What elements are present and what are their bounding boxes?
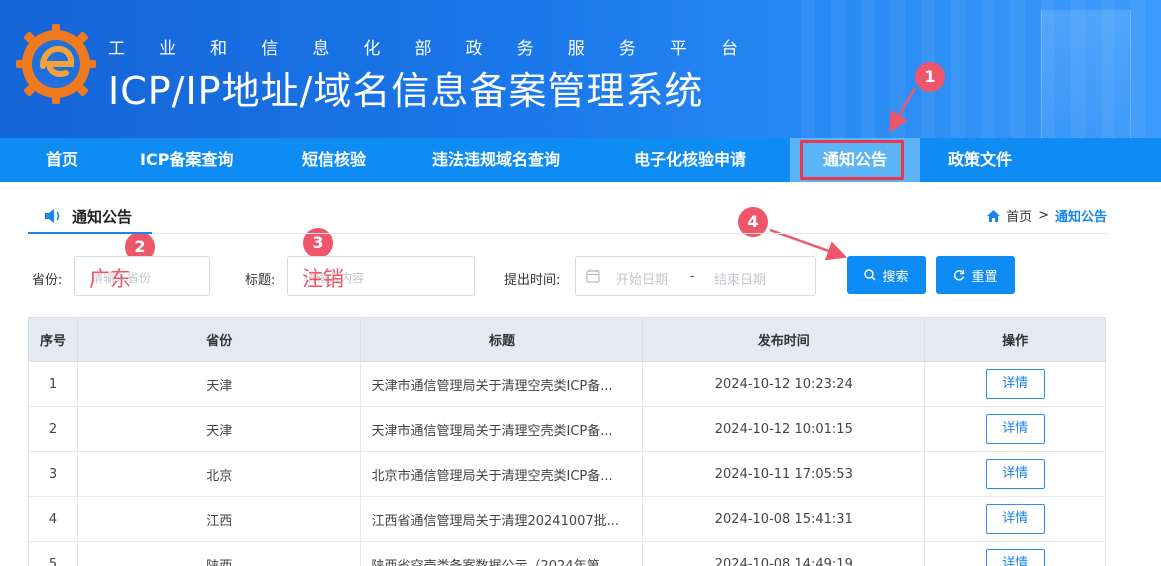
title-label: 标题:	[245, 273, 276, 288]
nav-item-e-verify-apply[interactable]: 电子化核验申请	[634, 138, 746, 182]
home-icon	[987, 209, 1001, 222]
cell-time: 2024-10-08 15:41:31	[642, 496, 926, 542]
cell-province: 天津	[76, 406, 362, 452]
search-icon	[864, 269, 876, 281]
site-header: 工 业 和 信 息 化 部 政 务 服 务 平 台 ICP/IP地址/域名信息备…	[0, 0, 1161, 138]
table-row: 2 天津 天津市通信管理局关于清理空壳类ICP备... 2024-10-12 1…	[28, 406, 1106, 452]
header-action: 操作	[924, 317, 1106, 362]
page: 工 业 和 信 息 化 部 政 务 服 务 平 台 ICP/IP地址/域名信息备…	[0, 0, 1161, 566]
date-range-picker[interactable]: 开始日期 - 结束日期	[575, 256, 816, 296]
calendar-icon	[586, 269, 600, 283]
cell-no: 3	[28, 451, 78, 497]
subtitle-char: 务	[516, 39, 534, 59]
subtitle-char: 工	[108, 39, 125, 59]
section-divider	[28, 233, 1108, 234]
subtitle-char: 政	[465, 39, 483, 59]
cell-province: 陕西	[76, 541, 362, 566]
cell-time: 2024-10-12 10:23:24	[642, 361, 926, 407]
subtitle-char: 和	[210, 39, 228, 59]
refresh-icon	[954, 270, 965, 281]
nav-item-policy-docs[interactable]: 政策文件	[948, 138, 1012, 182]
cell-title[interactable]: 天津市通信管理局关于清理空壳类ICP备...	[360, 361, 644, 407]
search-button[interactable]: 搜索	[847, 256, 926, 294]
cell-title[interactable]: 北京市通信管理局关于清理空壳类ICP备...	[360, 451, 644, 497]
cell-no: 5	[28, 541, 78, 566]
reset-button-label: 重置	[971, 269, 998, 285]
nav-item-notices[interactable]: 通知公告	[790, 138, 920, 182]
breadcrumb-separator: >	[1038, 208, 1049, 223]
header-subtitle: 工 业 和 信 息 化 部 政 务 服 务 平 台	[108, 34, 738, 59]
subtitle-char: 平	[669, 39, 687, 59]
site-title: ICP/IP地址/域名信息备案管理系统	[108, 69, 704, 113]
subtitle-char: 信	[261, 39, 279, 59]
reset-button[interactable]: 重置	[936, 256, 1015, 294]
cell-no: 1	[28, 361, 78, 407]
cell-title[interactable]: 天津市通信管理局关于清理空壳类ICP备...	[360, 406, 644, 452]
cell-time: 2024-10-11 17:05:53	[642, 451, 926, 497]
section-active-underline	[28, 232, 152, 234]
section-title: 通知公告	[72, 207, 133, 226]
province-input[interactable]: 请输入省份 广东	[74, 256, 210, 296]
header-publish-time: 发布时间	[642, 317, 926, 362]
cell-province: 天津	[76, 361, 362, 407]
nav-item-illegal-domain-query[interactable]: 违法违规域名查询	[432, 138, 560, 182]
cell-action: 详情	[924, 541, 1106, 566]
table-row: 3 北京 北京市通信管理局关于清理空壳类ICP备... 2024-10-11 1…	[28, 451, 1106, 497]
cell-action: 详情	[924, 361, 1106, 407]
cell-time: 2024-10-12 10:01:15	[642, 406, 926, 452]
detail-button[interactable]: 详情	[985, 459, 1045, 489]
nav-item-sms-verify[interactable]: 短信核验	[302, 138, 366, 182]
breadcrumb: 首页 > 通知公告	[987, 206, 1107, 225]
table-row: 5 陕西 陕西省空壳类备案数据公示（2024年第... 2024-10-08 1…	[28, 541, 1106, 566]
header-title: 标题	[360, 317, 644, 362]
detail-button[interactable]: 详情	[985, 504, 1045, 534]
date-range-separator: -	[690, 269, 695, 284]
cell-no: 2	[28, 406, 78, 452]
cell-time: 2024-10-08 14:49:19	[642, 541, 926, 566]
miit-logo-icon	[16, 24, 96, 104]
title-annotation-value: 注销	[302, 267, 344, 291]
time-label: 提出时间:	[504, 273, 561, 288]
province-label: 省份:	[32, 273, 63, 288]
main-nav: 首页 ICP备案查询 短信核验 违法违规域名查询 电子化核验申请 通知公告 政策…	[0, 138, 1161, 182]
cell-title[interactable]: 江西省通信管理局关于清理20241007批...	[360, 496, 644, 542]
header-no: 序号	[28, 317, 78, 362]
cell-title[interactable]: 陕西省空壳类备案数据公示（2024年第...	[360, 541, 644, 566]
detail-button[interactable]: 详情	[985, 369, 1045, 399]
subtitle-char: 服	[567, 39, 585, 59]
province-annotation-value: 广东	[89, 267, 131, 291]
nav-item-icp-query[interactable]: ICP备案查询	[140, 138, 233, 182]
end-date-placeholder: 结束日期	[714, 273, 767, 288]
search-button-label: 搜索	[882, 269, 909, 285]
marker-1: 1	[915, 62, 945, 92]
detail-button[interactable]: 详情	[985, 549, 1045, 566]
subtitle-char: 业	[159, 39, 177, 59]
notices-table: 序号 省份 标题 发布时间 操作 1 天津 天津市通信管理局关于清理空壳类ICP…	[28, 317, 1106, 566]
header-province: 省份	[76, 317, 362, 362]
cell-province: 江西	[76, 496, 362, 542]
table-row: 4 江西 江西省通信管理局关于清理20241007批... 2024-10-08…	[28, 496, 1106, 542]
subtitle-char: 台	[720, 39, 738, 59]
nav-item-home[interactable]: 首页	[46, 138, 78, 182]
table-header-row: 序号 省份 标题 发布时间 操作	[28, 317, 1106, 362]
cell-action: 详情	[924, 406, 1106, 452]
table-row: 1 天津 天津市通信管理局关于清理空壳类ICP备... 2024-10-12 1…	[28, 361, 1106, 407]
subtitle-char: 化	[363, 39, 381, 59]
section-header: 通知公告	[44, 204, 132, 228]
cell-province: 北京	[76, 451, 362, 497]
speaker-icon	[45, 209, 60, 223]
start-date-placeholder: 开始日期	[616, 273, 669, 288]
title-input[interactable]: 请输入内容 注销	[287, 256, 475, 296]
subtitle-char: 部	[414, 39, 432, 59]
breadcrumb-home[interactable]: 首页	[1006, 206, 1032, 225]
subtitle-char: 息	[312, 39, 330, 59]
detail-button[interactable]: 详情	[985, 414, 1045, 444]
cell-no: 4	[28, 496, 78, 542]
header-building-decoration	[1041, 10, 1131, 138]
cell-action: 详情	[924, 496, 1106, 542]
cell-action: 详情	[924, 451, 1106, 497]
breadcrumb-current: 通知公告	[1054, 210, 1107, 225]
subtitle-char: 务	[618, 39, 636, 59]
